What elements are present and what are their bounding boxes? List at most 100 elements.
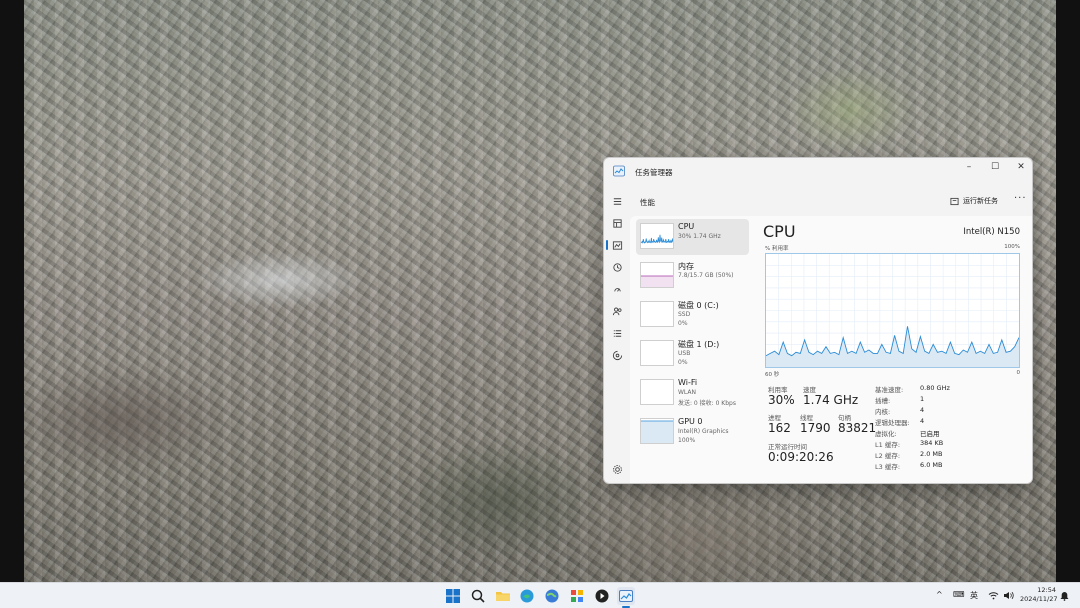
media-player-icon[interactable] xyxy=(593,587,611,605)
performance-content: CPU 30% 1.74 GHz 内存 7.8/15.7 GB (50%) 磁盘… xyxy=(630,216,1032,483)
notification-bell-icon[interactable] xyxy=(1060,591,1069,601)
l3-cache-key: L3 缓存: xyxy=(875,463,901,471)
file-explorer-icon[interactable] xyxy=(494,587,512,605)
services-icon[interactable] xyxy=(610,348,624,362)
resource-usage: 0% xyxy=(678,359,688,366)
resource-item-disk-1[interactable]: 磁盘 1 (D:) USB 0% xyxy=(636,336,749,372)
l2-cache-value: 2.0 MB xyxy=(920,450,943,458)
task-manager-taskbar-icon[interactable] xyxy=(617,587,635,605)
speed-value: 1.74 GHz xyxy=(803,393,859,407)
wifi-icon[interactable] xyxy=(988,591,999,600)
l3-cache-value: 6.0 MB xyxy=(920,461,943,469)
cpu-mini-graph xyxy=(640,223,674,249)
resource-item-memory[interactable]: 内存 7.8/15.7 GB (50%) xyxy=(636,258,749,294)
processes-icon[interactable] xyxy=(610,216,624,230)
cores-key: 内核: xyxy=(875,408,891,416)
handles-value: 83821 xyxy=(838,421,877,435)
taskbar: ^ ⌨ 英 12:54 2024/11/27 xyxy=(0,582,1080,608)
virtualization-key: 虚拟化: xyxy=(875,430,897,438)
task-manager-window: 任务管理器 – ☐ ✕ 性能 运行新任务 ··· CPU 30% 1.74 GH… xyxy=(603,157,1033,484)
resource-item-gpu[interactable]: GPU 0 Intel(R) Graphics 100% xyxy=(636,414,749,450)
resource-name: 磁盘 0 (C:) xyxy=(678,301,719,310)
volume-icon[interactable] xyxy=(1003,591,1014,600)
resource-item-cpu[interactable]: CPU 30% 1.74 GHz xyxy=(636,219,749,255)
title-bar[interactable]: 任务管理器 – ☐ ✕ xyxy=(604,158,1032,186)
nav-sidebar xyxy=(604,186,630,483)
virtualization-value: 已启用 xyxy=(920,430,940,438)
detail-title: CPU xyxy=(763,222,796,241)
task-manager-app-icon xyxy=(613,165,625,177)
resource-item-disk-0[interactable]: 磁盘 0 (C:) SSD 0% xyxy=(636,297,749,333)
l2-cache-key: L2 缓存: xyxy=(875,452,901,460)
min-axis-label: 0 xyxy=(1016,370,1021,376)
sockets-value: 1 xyxy=(920,395,925,403)
details-icon[interactable] xyxy=(610,326,624,340)
minimize-button[interactable]: – xyxy=(956,158,982,176)
resource-type: WLAN xyxy=(678,389,697,396)
logical-processors-value: 4 xyxy=(920,417,925,425)
more-options-button[interactable]: ··· xyxy=(1014,193,1027,204)
utilization-value: 30% xyxy=(768,393,795,407)
run-new-task-button[interactable]: 运行新任务 xyxy=(950,196,998,206)
users-icon[interactable] xyxy=(610,304,624,318)
run-new-task-label: 运行新任务 xyxy=(963,197,998,205)
sockets-key: 插槽: xyxy=(875,397,891,405)
settings-icon[interactable] xyxy=(610,462,624,476)
processes-value: 162 xyxy=(768,421,791,435)
system-clock[interactable]: 12:54 2024/11/27 xyxy=(1020,586,1058,604)
cores-value: 4 xyxy=(920,406,925,414)
resource-name: CPU xyxy=(678,222,695,231)
active-indicator xyxy=(606,240,608,250)
edge-browser-icon[interactable] xyxy=(518,587,536,605)
resource-detail: 30% 1.74 GHz xyxy=(678,233,721,240)
window-title: 任务管理器 xyxy=(635,168,673,177)
resource-name: 磁盘 1 (D:) xyxy=(678,340,720,349)
cpu-model: Intel(R) N150 xyxy=(963,227,1020,237)
clock-time: 12:54 xyxy=(1037,586,1056,594)
start-icon[interactable] xyxy=(444,587,462,605)
close-button[interactable]: ✕ xyxy=(1008,158,1032,176)
app-history-icon[interactable] xyxy=(610,260,624,274)
resource-name: Wi-Fi xyxy=(678,378,698,387)
base-speed-key: 基准速度: xyxy=(875,386,904,394)
tray-overflow-chevron[interactable]: ^ xyxy=(936,590,943,599)
time-axis-label: 60 秒 xyxy=(765,372,780,378)
utilization-axis-label: % 利用率 xyxy=(765,246,789,252)
max-axis-label: 100% xyxy=(1004,244,1020,250)
keyboard-icon[interactable]: ⌨ xyxy=(953,590,965,599)
browser-globe-icon[interactable] xyxy=(543,587,561,605)
resource-type: Intel(R) Graphics xyxy=(678,428,729,435)
resource-name: GPU 0 xyxy=(678,417,703,426)
resource-item-wifi[interactable]: Wi-Fi WLAN 发送: 0 接收: 0 Kbps xyxy=(636,375,749,411)
cpu-usage-graph xyxy=(765,253,1020,368)
resource-usage: 0% xyxy=(678,320,688,327)
resource-usage: 100% xyxy=(678,437,696,444)
disk0-mini-graph xyxy=(640,301,674,327)
maximize-button[interactable]: ☐ xyxy=(982,158,1008,176)
memory-mini-graph xyxy=(640,262,674,288)
l1-cache-key: L1 缓存: xyxy=(875,441,901,449)
wallpaper-border-left xyxy=(0,0,24,582)
base-speed-value: 0.80 GHz xyxy=(920,384,950,392)
resource-usage: 发送: 0 接收: 0 Kbps xyxy=(678,400,736,407)
app-colorful-icon[interactable] xyxy=(568,587,586,605)
ime-indicator[interactable]: 英 xyxy=(970,590,978,601)
resource-name: 内存 xyxy=(678,262,694,271)
resource-type: SSD xyxy=(678,311,691,318)
page-header: 性能 运行新任务 ··· xyxy=(630,186,1032,216)
threads-value: 1790 xyxy=(800,421,831,435)
cpu-usage-chart xyxy=(765,254,1020,367)
clock-date: 2024/11/27 xyxy=(1020,595,1058,603)
resource-type: USB xyxy=(678,350,691,357)
page-title: 性能 xyxy=(640,198,655,207)
run-task-icon xyxy=(950,197,959,205)
startup-icon[interactable] xyxy=(610,282,624,296)
wallpaper-border-right xyxy=(1056,0,1080,582)
l1-cache-value: 384 KB xyxy=(920,439,944,447)
uptime-value: 0:09:20:26 xyxy=(768,450,834,464)
search-icon[interactable] xyxy=(469,587,487,605)
menu-icon[interactable] xyxy=(610,194,624,208)
performance-icon[interactable] xyxy=(610,238,624,252)
logical-processors-key: 逻辑处理器: xyxy=(875,419,910,427)
gpu-mini-graph xyxy=(640,418,674,444)
